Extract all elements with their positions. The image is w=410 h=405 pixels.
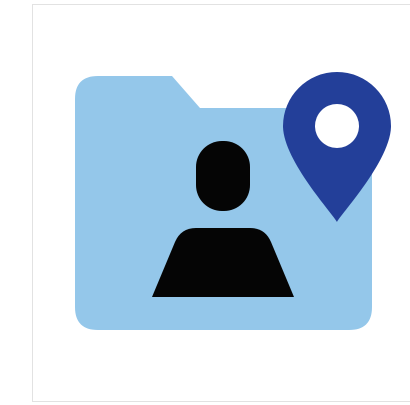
user-head: [196, 141, 250, 211]
pin-hole: [315, 104, 359, 148]
icon-canvas: [0, 0, 410, 405]
folder-user-location-icon: [75, 72, 391, 330]
